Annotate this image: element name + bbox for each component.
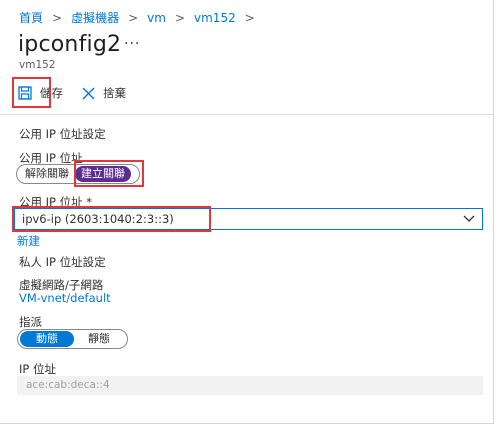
private-ip-settings-heading: 私人 IP 位址設定	[19, 255, 106, 269]
breadcrumb-vm152[interactable]: vm152	[194, 11, 236, 25]
chevron-right-icon: >	[52, 10, 63, 25]
breadcrumb-virtual-machines[interactable]: 虛擬機器	[71, 9, 119, 26]
option-dynamic[interactable]: 動態	[20, 331, 74, 347]
option-disassociate[interactable]: 解除關聯	[19, 166, 75, 182]
discard-button[interactable]: 捨棄	[82, 85, 126, 101]
chevron-down-icon	[463, 215, 475, 222]
option-static[interactable]: 靜態	[74, 331, 124, 347]
breadcrumb-vm[interactable]: vm	[147, 11, 166, 25]
toolbar-divider	[0, 114, 493, 115]
public-ip-settings-heading: 公用 IP 位址設定	[19, 127, 106, 141]
ip-address-field: ace:cab:deca::4	[17, 376, 483, 395]
chevron-right-icon: >	[128, 10, 139, 25]
breadcrumb: 首頁 > 虛擬機器 > vm > vm152 >	[19, 9, 264, 26]
close-icon	[82, 87, 95, 99]
page-title: ipconfig2	[18, 32, 122, 57]
page-subtitle: vm152	[19, 59, 56, 71]
create-new-link[interactable]: 新建	[17, 233, 40, 249]
assignment-label: 指派	[19, 315, 42, 329]
vnet-link[interactable]: VM-vnet/default	[19, 291, 111, 305]
more-options-icon[interactable]: ···	[124, 36, 140, 52]
breadcrumb-home[interactable]: 首頁	[19, 9, 43, 26]
chevron-right-icon: >	[174, 10, 186, 25]
highlight-save	[12, 77, 51, 108]
highlight-associate	[74, 160, 144, 187]
assignment-toggle[interactable]: 動態 靜態	[17, 329, 128, 349]
discard-label: 捨棄	[103, 86, 126, 100]
ip-address-label: IP 位址	[19, 362, 56, 376]
highlight-dropdown	[12, 206, 211, 232]
chevron-right-icon: >	[244, 10, 255, 25]
